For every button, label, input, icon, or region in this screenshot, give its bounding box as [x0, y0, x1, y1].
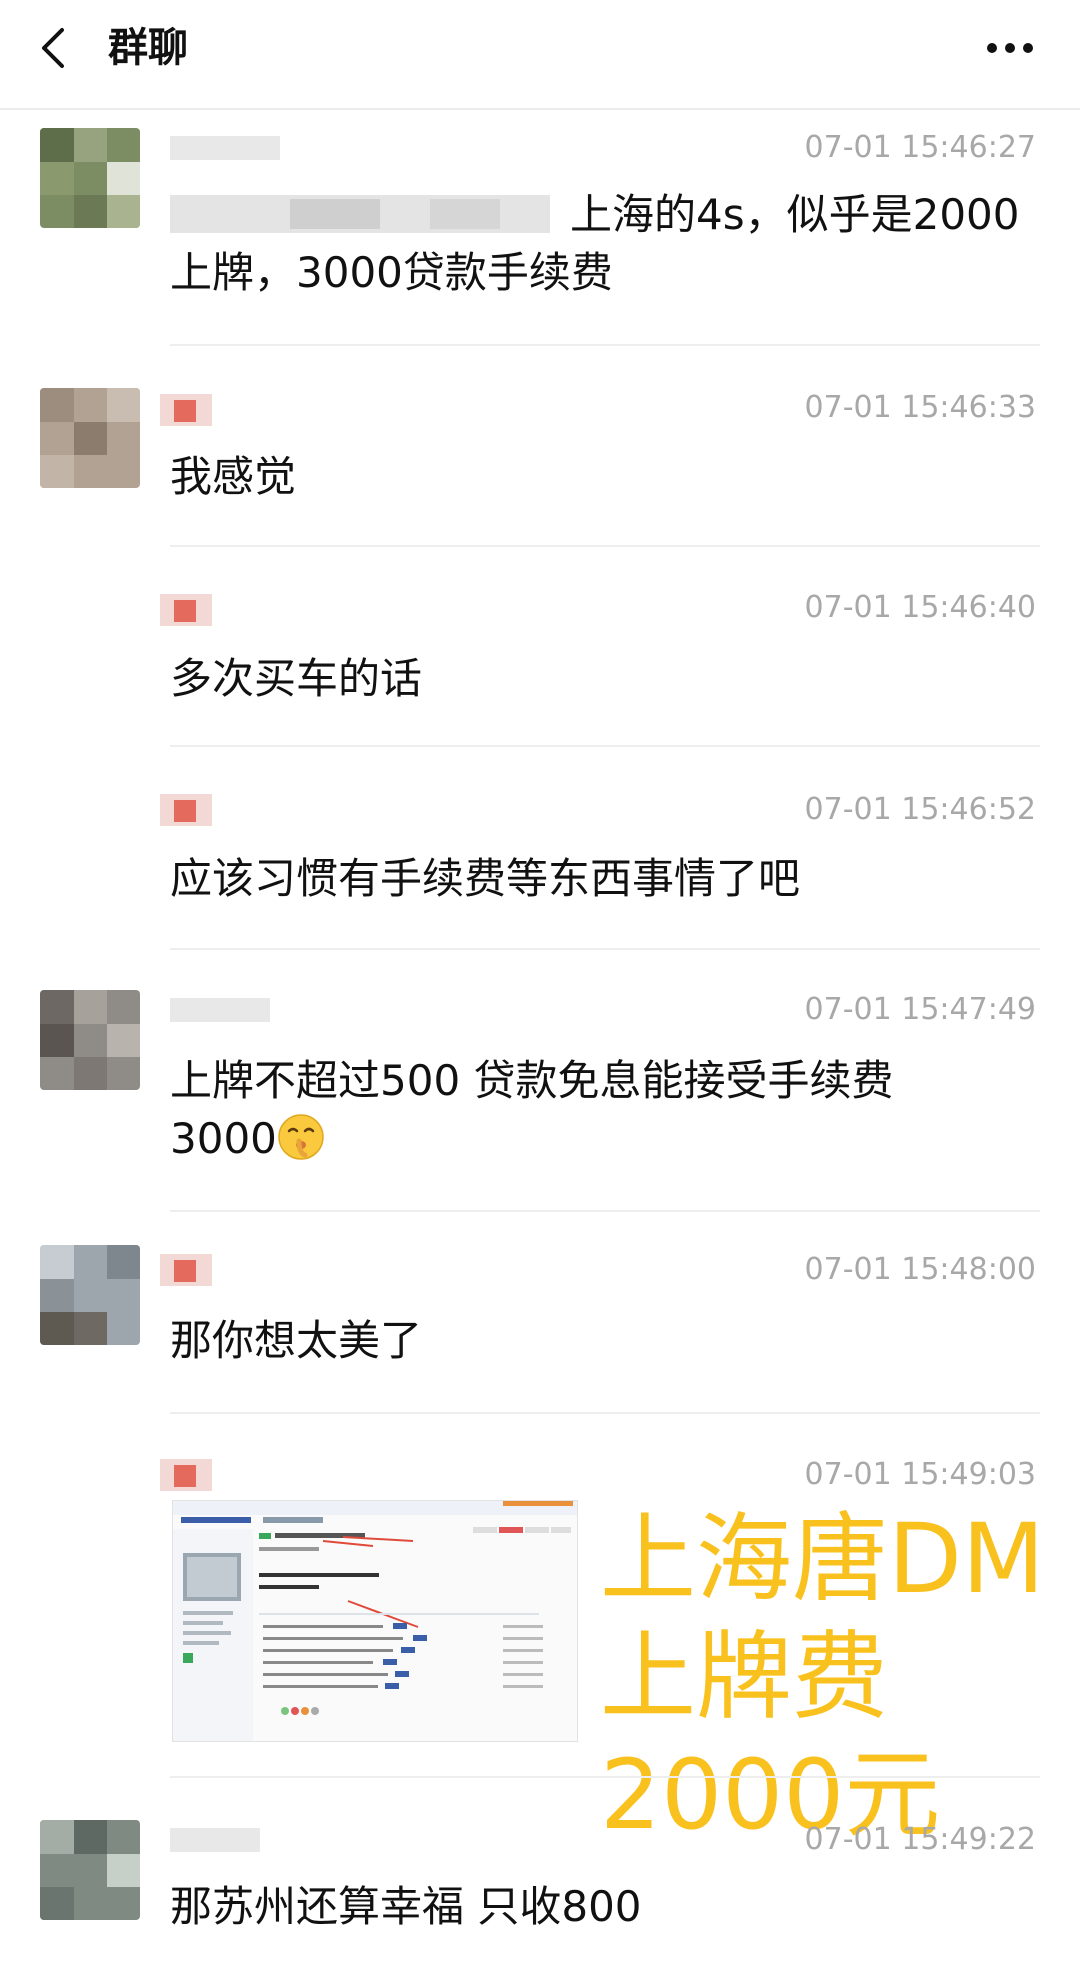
sender-name-blurred	[160, 1820, 290, 1860]
message-text: 那苏州还算幸福 只收800	[170, 1882, 642, 1931]
page-title: 群聊	[108, 25, 188, 71]
message-divider	[170, 1412, 1040, 1414]
sender-name-blurred	[160, 990, 290, 1030]
sender-name-blurred	[160, 590, 290, 630]
message-time: 07-01 15:46:33	[804, 390, 1036, 425]
message-time: 07-01 15:47:49	[804, 992, 1036, 1027]
message-time: 07-01 15:46:27	[804, 130, 1036, 165]
chevron-left-icon	[42, 28, 64, 68]
top-bar: 群聊	[0, 0, 1080, 100]
sender-name-blurred	[160, 128, 290, 168]
message-text: 上海的4s，似乎是2000	[570, 190, 1020, 239]
shushing-face-emoji-icon	[278, 1114, 324, 1160]
message-time: 07-01 15:46:40	[804, 590, 1036, 625]
sender-name-blurred	[160, 390, 290, 430]
message-text: 我感觉	[170, 452, 297, 501]
overlay-watermark: 上海唐DM 上牌费 2000元	[600, 1500, 1045, 1854]
forum-screenshot-image[interactable]	[172, 1500, 578, 1742]
message-divider	[170, 745, 1040, 747]
message-divider	[170, 545, 1040, 547]
watermark-line: 上牌费	[600, 1621, 888, 1733]
message-divider	[170, 948, 1040, 950]
message-text: 那你想太美了	[170, 1316, 423, 1365]
message-text-row: 3000	[170, 1110, 1040, 1168]
sender-name-blurred	[160, 1250, 290, 1290]
watermark-line: 上海唐DM	[600, 1503, 1045, 1615]
avatar[interactable]	[40, 990, 140, 1090]
message-time: 07-01 15:46:52	[804, 792, 1036, 827]
message-time: 07-01 15:48:00	[804, 1252, 1036, 1287]
message-time: 07-01 15:49:03	[804, 1457, 1036, 1492]
message-time: 07-01 15:49:22	[804, 1822, 1036, 1857]
message-text: 上牌不超过500 贷款免息能接受手续费	[170, 1056, 894, 1105]
sender-name-blurred	[160, 790, 290, 830]
message-divider	[170, 1776, 1040, 1778]
avatar[interactable]	[40, 1820, 140, 1920]
blurred-text	[170, 185, 560, 241]
more-dots-icon	[987, 43, 1033, 53]
avatar[interactable]	[40, 388, 140, 488]
message-divider	[170, 344, 1040, 346]
top-bar-divider	[0, 108, 1080, 110]
sender-name-blurred	[160, 1455, 290, 1495]
avatar[interactable]	[40, 128, 140, 228]
message-text: 上牌，3000贷款手续费	[170, 248, 613, 297]
message-divider	[170, 1210, 1040, 1212]
avatar[interactable]	[40, 1245, 140, 1345]
message-text: 3000	[170, 1114, 277, 1163]
back-button[interactable]	[28, 20, 84, 76]
message-text: 多次买车的话	[170, 654, 423, 703]
message-text: 应该习惯有手续费等东西事情了吧	[170, 854, 801, 903]
more-button[interactable]	[980, 26, 1040, 70]
